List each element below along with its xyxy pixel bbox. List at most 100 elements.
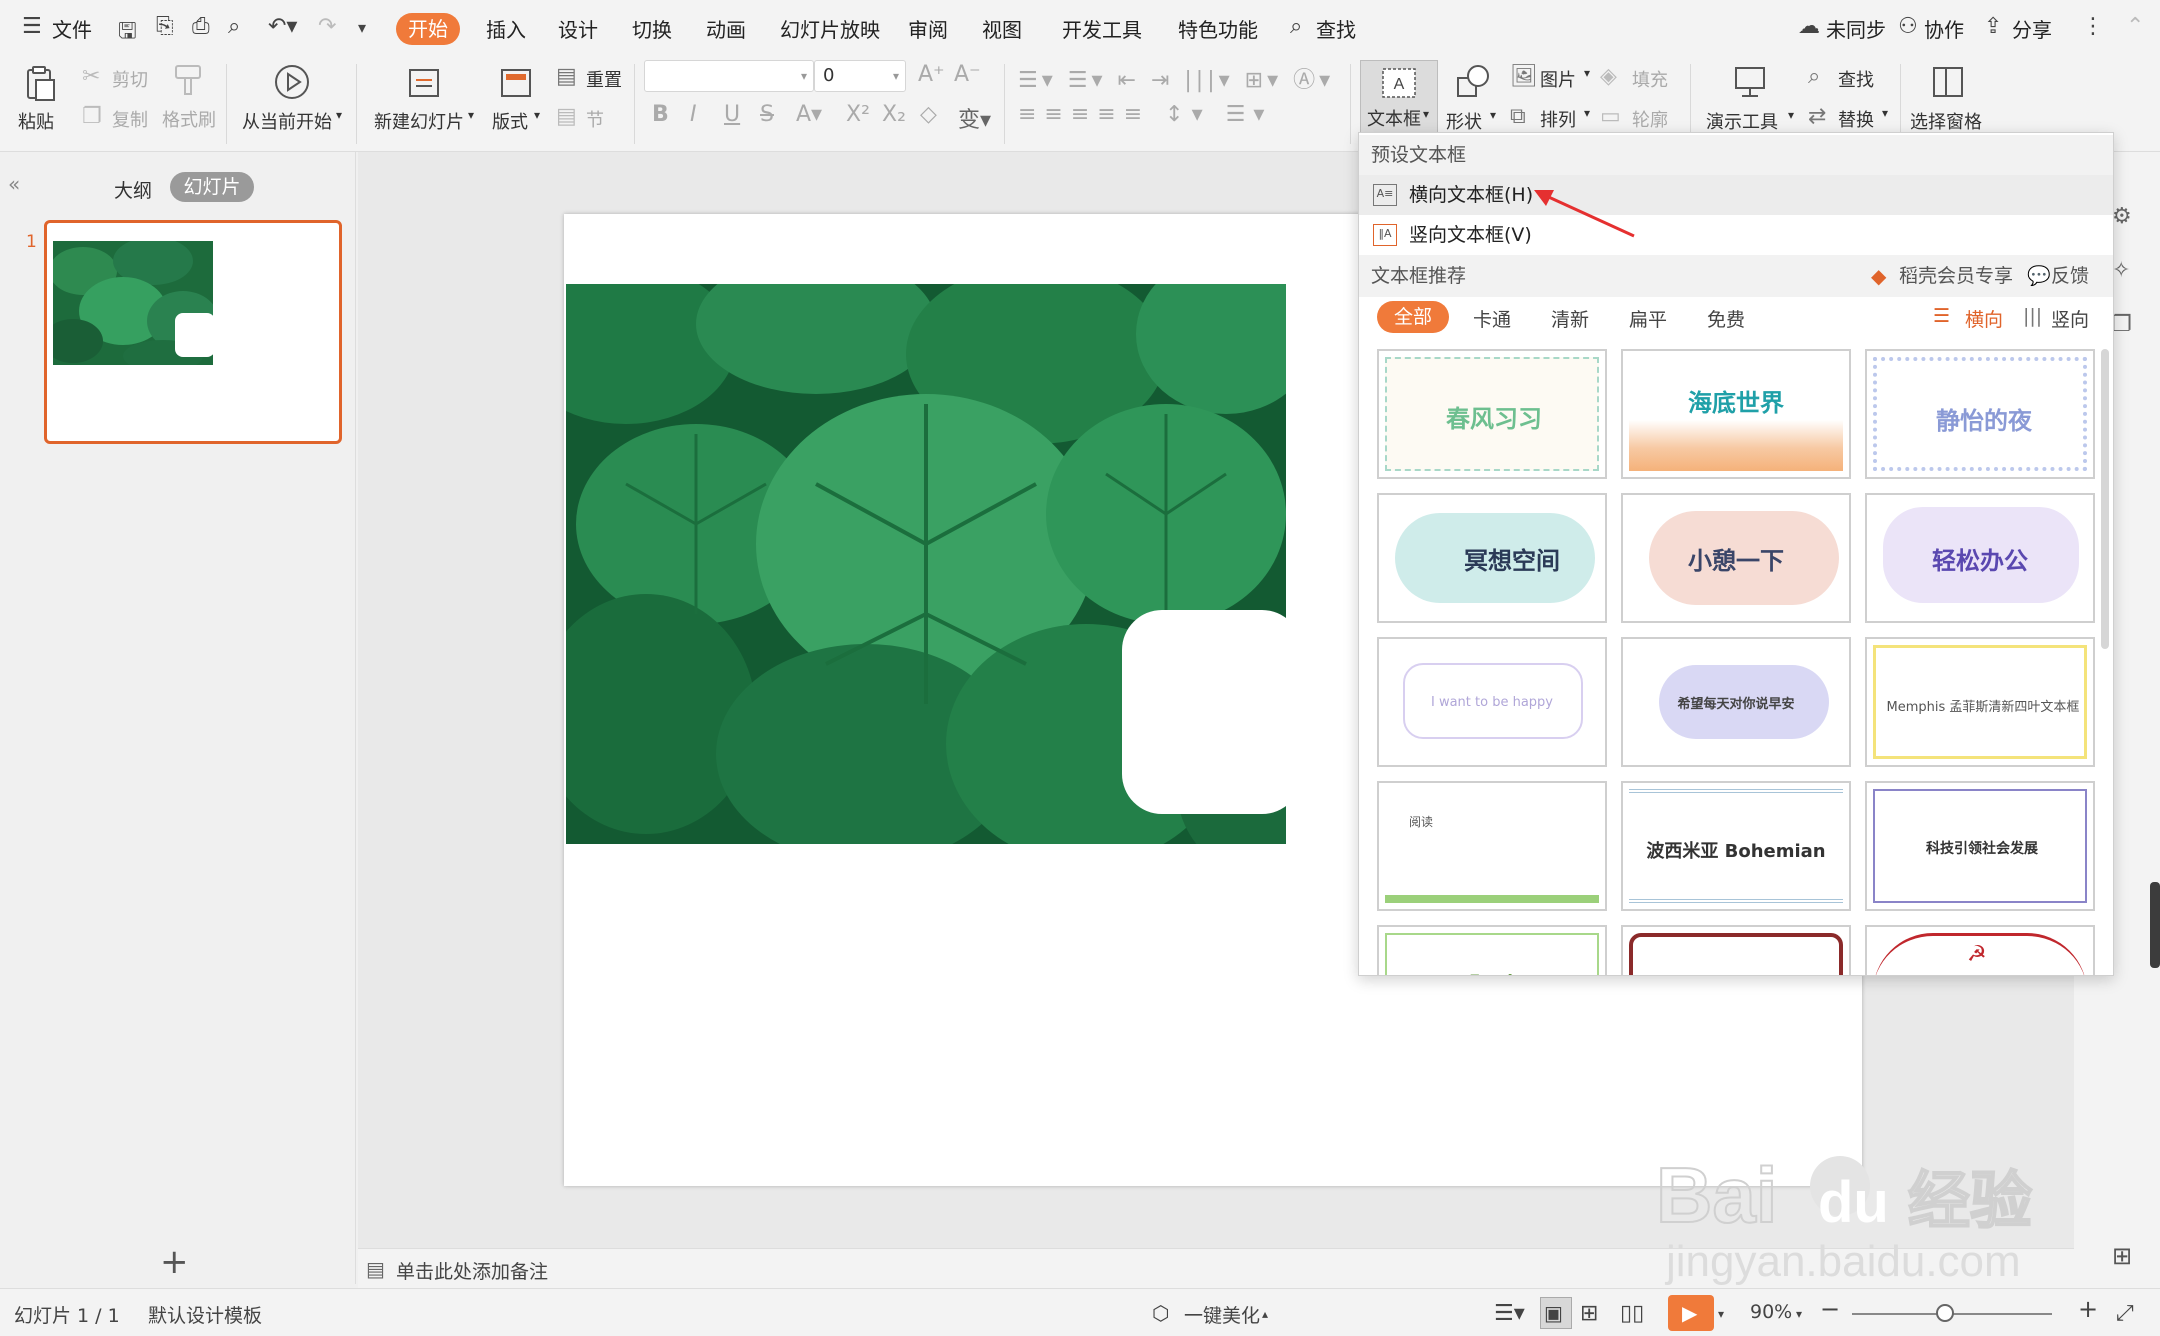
copy-button[interactable]: 复制 [112, 106, 148, 132]
section-button[interactable]: 节 [586, 106, 604, 132]
new-slide-icon[interactable] [404, 62, 444, 102]
chevron-down-icon[interactable]: ▾ [1796, 1307, 1802, 1321]
redo-icon[interactable]: ↷ [318, 14, 336, 39]
collapse-panel-icon[interactable]: « [8, 172, 20, 196]
save-icon[interactable]: 🖫 [118, 14, 137, 52]
beautify-icon[interactable]: ⬡ [1152, 1301, 1169, 1325]
picture-icon[interactable]: 🖼 [1510, 64, 1538, 89]
vertical-textbox-item[interactable]: ‖A 竖向文本框(V) [1359, 215, 2113, 255]
filter-free[interactable]: 免费 [1707, 305, 1745, 332]
dropdown-scrollbar[interactable] [2101, 349, 2109, 649]
superscript-icon[interactable]: X² [846, 102, 870, 127]
notes-toggle-icon[interactable]: ☰▾ [1494, 1301, 1525, 1326]
tab-view[interactable]: 视图 [982, 14, 1022, 43]
print-preview-icon[interactable]: ⌕ [228, 14, 240, 39]
filter-cartoon[interactable]: 卡通 [1473, 305, 1511, 332]
filter-fresh[interactable]: 清新 [1551, 305, 1589, 332]
reading-view-icon[interactable]: ▯▯ [1620, 1301, 1644, 1326]
tab-insert[interactable]: 插入 [486, 14, 526, 43]
chevron-down-icon[interactable]: ▾ [336, 108, 342, 122]
chevron-down-icon[interactable]: ▾ [1882, 106, 1888, 120]
replace-button[interactable]: 替换 [1838, 106, 1874, 132]
template-card-party[interactable]: ☭ [1865, 925, 2095, 975]
section-icon[interactable]: ▤ [556, 104, 577, 129]
sync-status[interactable]: 未同步 [1826, 14, 1886, 43]
chevron-down-icon[interactable]: ▾ [534, 108, 540, 122]
hamburger-menu-icon[interactable]: ☰ [22, 14, 42, 39]
zoom-level[interactable]: 90% [1750, 1301, 1792, 1323]
chevron-down-icon[interactable]: ▾ [468, 108, 474, 122]
search-icon[interactable]: ⌕ [1290, 14, 1302, 39]
bullets-icon[interactable]: ☰▾ ☰▾ ⇤ ⇥ |||▾ ⊞▾ Ⓐ▾ [1018, 62, 1334, 94]
collaborate-button[interactable]: 协作 [1924, 14, 1964, 43]
char-spacing-icon[interactable]: 变▾ [958, 102, 991, 134]
template-card-reading[interactable]: 阅读 [1377, 781, 1607, 911]
filter-all[interactable]: 全部 [1377, 301, 1449, 333]
paste-icon[interactable] [20, 64, 60, 104]
picture-button[interactable]: 图片 [1540, 66, 1576, 92]
fill-button[interactable]: 填充 [1632, 66, 1668, 92]
cloud-icon[interactable]: ☁ [1798, 14, 1820, 39]
orient-vertical[interactable]: 竖向 [2051, 305, 2089, 332]
template-card-fresh[interactable]: Fresh [1377, 925, 1607, 975]
template-card-rest[interactable]: 小憩一下 [1621, 493, 1851, 623]
font-name-combo[interactable]: ▾ [644, 60, 814, 92]
template-card-happy[interactable]: I want to be happy [1377, 637, 1607, 767]
arrange-icon[interactable]: ⧉ [1510, 104, 1526, 129]
properties-icon[interactable]: ⚙ [2112, 204, 2132, 229]
tab-outline[interactable]: 大纲 [114, 176, 152, 203]
customize-toolbar-icon[interactable]: ▾ [358, 18, 366, 37]
leaf-image[interactable] [566, 284, 1286, 844]
chevron-down-icon[interactable]: ▾ [1718, 1307, 1724, 1321]
template-card-red-frame[interactable] [1621, 925, 1851, 975]
feedback-button[interactable]: 反馈 [2051, 255, 2089, 297]
font-size-combo[interactable]: 0 ▾ [814, 60, 906, 92]
align-icons[interactable]: ≡≡≡≡≡ ↕▾ ☰▾ [1018, 102, 1272, 127]
add-slide-icon[interactable]: + [160, 1242, 189, 1282]
chevron-down-icon[interactable]: ▾ [1788, 108, 1794, 122]
shape-button[interactable]: 形状 [1446, 108, 1482, 134]
tab-slideshow[interactable]: 幻灯片放映 [780, 14, 880, 43]
undo-icon[interactable]: ↶▾ [268, 14, 297, 39]
from-current-button[interactable]: 从当前开始 [242, 108, 332, 134]
fit-window-icon[interactable]: ⤢ [2116, 1301, 2134, 1326]
filter-flat[interactable]: 扁平 [1629, 305, 1667, 332]
print-icon[interactable]: ⎙ [192, 14, 210, 39]
shrink-font-icon[interactable]: A⁻ [954, 62, 981, 87]
copy-icon[interactable]: ❐ [82, 104, 102, 129]
template-card-ocean[interactable]: 海底世界 [1621, 349, 1851, 479]
reset-icon[interactable]: ▤ [556, 64, 577, 89]
template-card-tech[interactable]: 科技引领社会发展 [1865, 781, 2095, 911]
grow-font-icon[interactable]: A⁺ [918, 62, 945, 87]
italic-icon[interactable]: I [690, 102, 697, 127]
side-handle[interactable] [2150, 882, 2160, 968]
presentation-tools-button[interactable]: 演示工具 [1706, 108, 1778, 134]
share-button[interactable]: 分享 [2012, 14, 2052, 43]
template-card-night[interactable]: 静怡的夜 [1865, 349, 2095, 479]
fill-icon[interactable]: ◈ [1600, 64, 1617, 89]
subscript-icon[interactable]: X₂ [882, 102, 906, 127]
notes-placeholder[interactable]: 单击此处添加备注 [396, 1257, 548, 1284]
member-label[interactable]: 稻壳会员专享 [1899, 255, 2013, 297]
zoom-in-icon[interactable]: + [2078, 1295, 2098, 1323]
slide-sorter-icon[interactable]: ⊞ [1580, 1301, 1598, 1326]
collapse-ribbon-icon[interactable]: ⌃ [2126, 14, 2144, 39]
format-painter-button[interactable]: 格式刷 [162, 106, 216, 132]
template-card-bohemian[interactable]: 波西米亚 Bohemian [1621, 781, 1851, 911]
shape-icon[interactable] [1452, 62, 1492, 102]
template-card-morning[interactable]: 希望每天对你说早安 [1621, 637, 1851, 767]
comments-icon[interactable]: ❐ [2112, 312, 2132, 337]
animation-pane-icon[interactable]: ✧ [2112, 258, 2130, 283]
presentation-tools-icon[interactable] [1730, 62, 1770, 102]
new-slide-button[interactable]: 新建幻灯片 [374, 108, 464, 134]
clear-format-icon[interactable]: ◇ [920, 102, 937, 127]
more-options-icon[interactable]: ⋮ [2082, 14, 2104, 39]
grid-icon[interactable]: ⊞ [2112, 1242, 2132, 1270]
tab-transition[interactable]: 切换 [632, 14, 672, 43]
share-icon[interactable]: ⇪ [1984, 14, 2002, 39]
cut-button[interactable]: 剪切 [112, 66, 148, 92]
selection-pane-icon[interactable] [1928, 62, 1968, 102]
template-card-memphis[interactable]: Memphis 孟菲斯清新四叶文本框 [1865, 637, 2095, 767]
chevron-down-icon[interactable]: ▾ [1584, 106, 1590, 120]
font-color-icon[interactable]: A▾ [796, 102, 822, 127]
